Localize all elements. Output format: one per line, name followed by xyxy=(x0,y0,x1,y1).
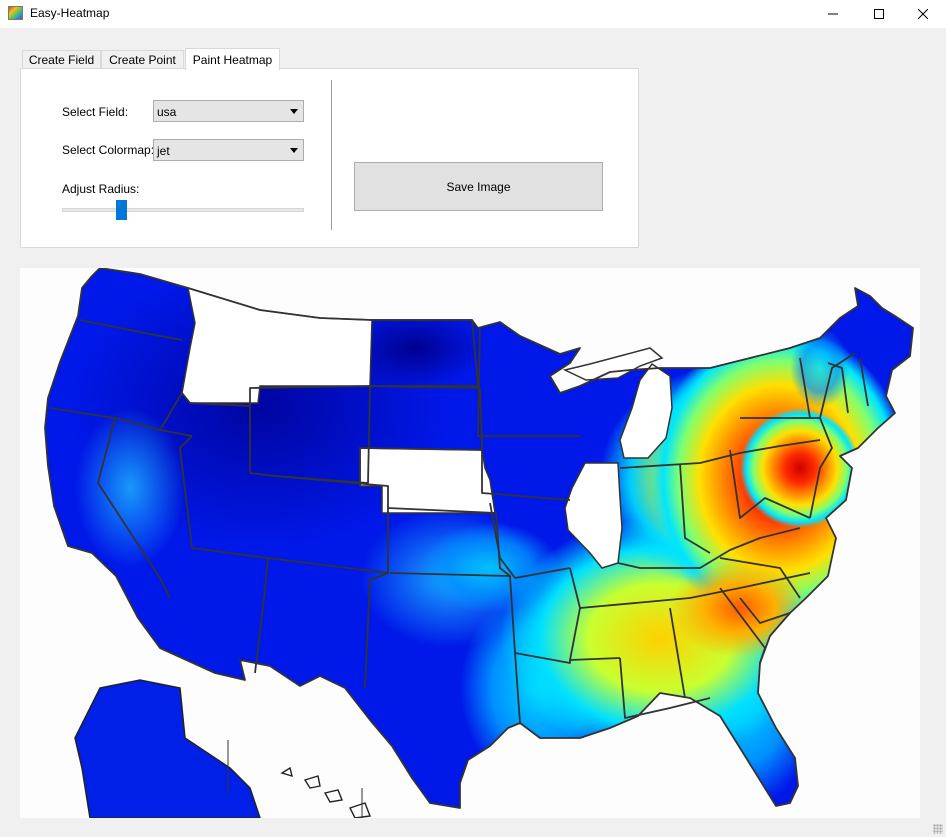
tab-paint-heatmap[interactable]: Paint Heatmap xyxy=(185,48,280,70)
chevron-down-icon xyxy=(290,148,298,153)
radius-slider-thumb[interactable] xyxy=(116,200,127,220)
usa-heatmap-image xyxy=(44,268,914,818)
tab-create-field[interactable]: Create Field xyxy=(22,50,101,69)
maximize-button[interactable] xyxy=(856,0,902,28)
select-colormap-label: Select Colormap: xyxy=(62,143,155,157)
maximize-icon xyxy=(874,9,884,19)
paint-heatmap-panel: Select Field: usa Select Colormap: jet A… xyxy=(20,68,639,248)
hawaii-islands xyxy=(280,766,371,818)
title-bar: Easy-Heatmap xyxy=(0,0,946,28)
minimize-icon xyxy=(828,13,838,15)
app-icon xyxy=(8,6,23,20)
field-select-value: usa xyxy=(157,105,177,119)
chevron-down-icon xyxy=(290,109,298,114)
panel-divider xyxy=(331,80,332,230)
colormap-select-value: jet xyxy=(157,144,170,158)
select-field-label: Select Field: xyxy=(62,105,129,119)
radius-slider-track[interactable] xyxy=(62,208,304,212)
alaska-inset xyxy=(74,679,261,818)
heatmap-canvas xyxy=(20,268,920,818)
close-button[interactable] xyxy=(900,0,946,28)
window-title: Easy-Heatmap xyxy=(30,6,110,20)
resize-grip[interactable] xyxy=(933,824,943,834)
colormap-select[interactable]: jet xyxy=(153,139,304,161)
save-image-button[interactable]: Save Image xyxy=(354,162,603,211)
close-icon xyxy=(918,9,928,19)
minimize-button[interactable] xyxy=(810,0,856,28)
adjust-radius-label: Adjust Radius: xyxy=(62,182,140,196)
field-select[interactable]: usa xyxy=(153,100,304,122)
tab-create-point[interactable]: Create Point xyxy=(101,50,184,69)
